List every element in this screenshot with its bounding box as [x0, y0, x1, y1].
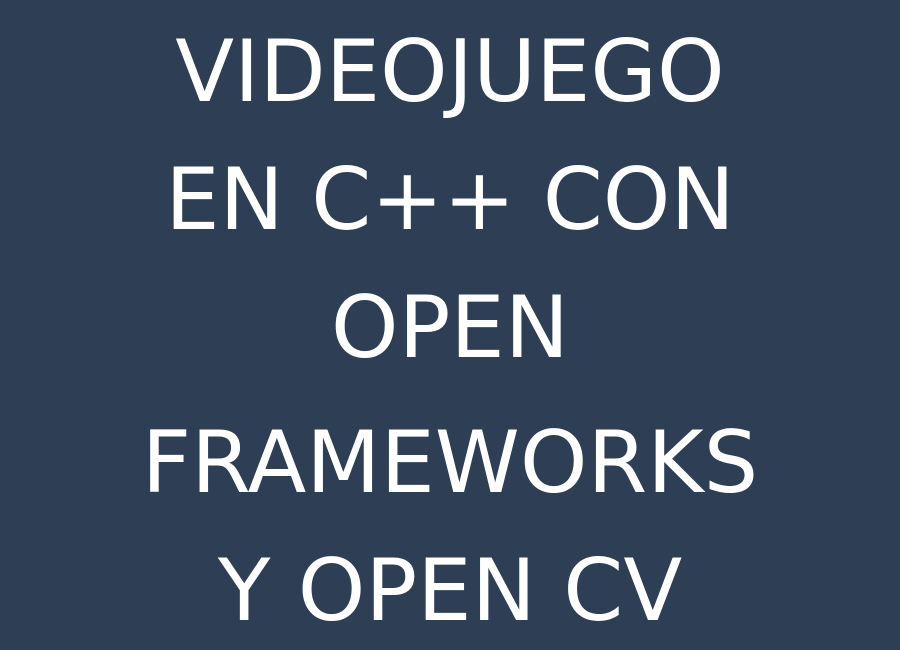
title-line-2: EN C++ CON	[165, 150, 735, 250]
title-line-4: FRAMEWORKS	[141, 413, 759, 513]
title-slide: VIDEOJUEGO EN C++ CON OPEN FRAMEWORKS Y …	[0, 0, 900, 650]
title-line-3: OPEN	[330, 278, 570, 378]
title-line-1: VIDEOJUEGO	[175, 22, 725, 122]
title-line-5: Y OPEN CV	[217, 541, 683, 641]
